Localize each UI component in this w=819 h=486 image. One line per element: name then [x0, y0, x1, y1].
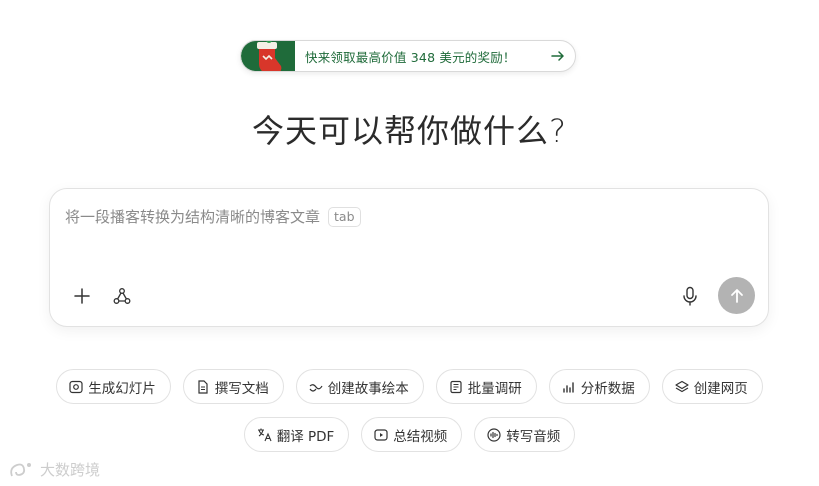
tools-button[interactable]: [109, 283, 135, 309]
chip-label: 生成幻灯片: [88, 380, 156, 397]
chip-translate-pdf[interactable]: 翻译 PDF: [243, 417, 350, 452]
voice-input-button[interactable]: [677, 283, 703, 309]
arrow-right-icon: [541, 48, 575, 64]
watermark-logo-icon: [10, 462, 31, 476]
network-icon: [113, 288, 131, 304]
chip-create-webpage[interactable]: 创建网页: [661, 369, 763, 404]
document-icon: [198, 379, 208, 394]
audio-icon: [487, 427, 501, 442]
translate-icon: [257, 428, 272, 442]
suggestion-row-1: 生成幻灯片 撰写文档 创建故事绘本 批量调研 分析数据 创建网页: [0, 369, 819, 404]
chip-label: 总结视频: [393, 428, 448, 445]
watermark-text: 大数跨境: [40, 461, 101, 479]
prompt-input[interactable]: 将一段播客转换为结构清晰的博客文章 tab: [65, 206, 361, 227]
page-title: 今天可以帮你做什么?: [252, 112, 567, 150]
promo-banner[interactable]: 快来领取最高价值 348 美元的奖励！: [240, 40, 576, 72]
chip-label: 翻译 PDF: [276, 428, 335, 445]
video-icon: [374, 428, 388, 441]
add-attachment-button[interactable]: [69, 283, 95, 309]
story-icon: [309, 383, 323, 392]
chip-label: 创建故事绘本: [327, 380, 409, 397]
chip-label: 转写音频: [506, 428, 561, 445]
prompt-card: 将一段播客转换为结构清晰的博客文章 tab: [49, 188, 769, 327]
page: 快来领取最高价值 348 美元的奖励！ 今天可以帮你做什么? 将一段播客转换为结…: [0, 0, 819, 486]
arrow-up-icon: [730, 288, 743, 303]
layers-icon: [675, 380, 689, 392]
send-button[interactable]: [718, 277, 755, 314]
chip-batch-research[interactable]: 批量调研: [435, 369, 537, 404]
chip-label: 分析数据: [580, 380, 635, 397]
chip-analyze-data[interactable]: 分析数据: [548, 369, 650, 404]
microphone-icon: [683, 286, 697, 306]
research-icon: [450, 380, 462, 393]
tab-hint-badge: tab: [328, 206, 361, 227]
slides-icon: [69, 380, 83, 393]
promo-text: 快来领取最高价值 348 美元的奖励！: [305, 49, 516, 65]
chip-label: 撰写文档: [214, 380, 269, 397]
chip-transcribe-audio[interactable]: 转写音频: [474, 417, 576, 452]
watermark: 大数跨境: [8, 459, 100, 480]
chip-write-doc[interactable]: 撰写文档: [182, 369, 284, 404]
chip-summarize-video[interactable]: 总结视频: [361, 417, 463, 452]
chip-label: 创建网页: [693, 380, 748, 397]
plus-icon: [74, 288, 90, 304]
suggestion-row-2: 翻译 PDF 总结视频 转写音频: [0, 417, 819, 452]
chip-generate-slides[interactable]: 生成幻灯片: [56, 369, 171, 404]
chip-label: 批量调研: [467, 380, 522, 397]
prompt-placeholder: 将一段播客转换为结构清晰的博客文章: [65, 208, 321, 226]
chart-icon: [563, 381, 574, 393]
chip-create-storybook[interactable]: 创建故事绘本: [295, 369, 424, 404]
christmas-stocking-icon: [241, 41, 295, 71]
